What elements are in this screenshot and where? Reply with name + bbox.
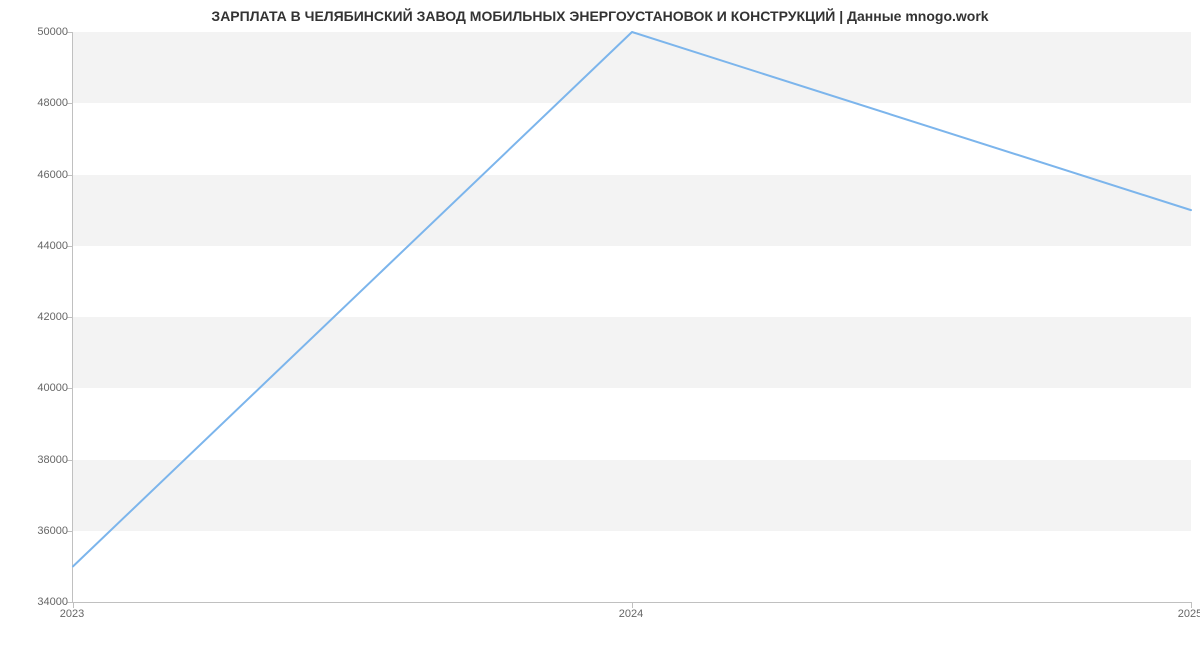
chart-container: ЗАРПЛАТА В ЧЕЛЯБИНСКИЙ ЗАВОД МОБИЛЬНЫХ Э…	[0, 0, 1200, 650]
plot-area	[72, 32, 1191, 603]
y-tick-label: 50000	[18, 26, 68, 38]
y-tick-label: 38000	[18, 454, 68, 466]
x-tick-label: 2025	[1160, 608, 1200, 620]
y-tick-label: 42000	[18, 311, 68, 323]
y-tick-label: 34000	[18, 596, 68, 608]
y-tick-label: 44000	[18, 240, 68, 252]
x-tick-label: 2024	[601, 608, 661, 620]
x-tick-label: 2023	[42, 608, 102, 620]
y-tick-label: 36000	[18, 525, 68, 537]
chart-title: ЗАРПЛАТА В ЧЕЛЯБИНСКИЙ ЗАВОД МОБИЛЬНЫХ Э…	[0, 8, 1200, 24]
line-path	[73, 32, 1191, 566]
y-tick-label: 46000	[18, 169, 68, 181]
y-tick-label: 40000	[18, 382, 68, 394]
line-series	[73, 32, 1191, 602]
y-tick-label: 48000	[18, 97, 68, 109]
